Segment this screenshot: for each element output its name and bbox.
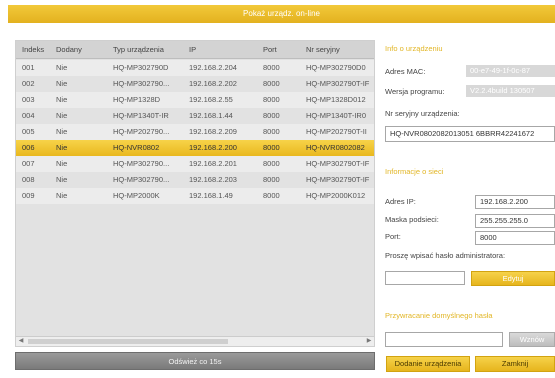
- device-table: Indeks Dodany Typ urządzenia IP Port Nr …: [15, 40, 375, 347]
- cell-added: Nie: [56, 111, 68, 120]
- dialog-title: Pokaż urządz. on-line: [8, 5, 555, 23]
- ip-field[interactable]: 192.168.2.200: [475, 195, 555, 209]
- cell-port: 8000: [263, 175, 280, 184]
- admin-password-input[interactable]: [385, 271, 465, 285]
- cell-index: 003: [22, 95, 35, 104]
- cell-ip: 192.168.2.209: [189, 127, 237, 136]
- restore-password-input[interactable]: [385, 332, 503, 347]
- column-header-added[interactable]: Dodany: [56, 41, 108, 59]
- table-row-selected[interactable]: 006 Nie HQ-NVR0802 192.168.2.200 8000 HQ…: [16, 140, 374, 156]
- cell-ip: 192.168.2.202: [189, 79, 237, 88]
- mask-label: Maska podsieci:: [385, 215, 439, 224]
- table-row[interactable]: 004 Nie HQ-MP1340T-IR 192.168.1.44 8000 …: [16, 108, 374, 124]
- cell-device-type: HQ-MP2000K: [113, 191, 160, 200]
- cell-serial: HQ-MP202790T-II: [306, 127, 367, 136]
- cell-port: 8000: [263, 111, 280, 120]
- cell-port: 8000: [263, 143, 280, 152]
- serial-label: Nr seryjny urządzenia:: [385, 109, 460, 118]
- cell-index: 004: [22, 111, 35, 120]
- port-field[interactable]: 8000: [475, 231, 555, 245]
- cell-added: Nie: [56, 175, 68, 184]
- cell-index: 002: [22, 79, 35, 88]
- column-header-serial[interactable]: Nr seryjny: [306, 41, 374, 59]
- cell-serial: HQ-MP1340T-IR0: [306, 111, 367, 120]
- scrollbar-thumb[interactable]: [28, 339, 228, 344]
- cell-port: 8000: [263, 63, 280, 72]
- ip-label: Adres IP:: [385, 197, 416, 206]
- cell-added: Nie: [56, 95, 68, 104]
- cell-device-type: HQ-MP302790...: [113, 79, 170, 88]
- cell-ip: 192.168.2.204: [189, 63, 237, 72]
- cell-device-type: HQ-MP302790...: [113, 175, 170, 184]
- version-value: V2.2.4build 130507: [466, 85, 555, 97]
- cell-serial: HQ-MP2000K012: [306, 191, 366, 200]
- admin-password-prompt: Proszę wpisać hasło administratora:: [385, 251, 506, 260]
- cell-device-type: HQ-MP1340T-IR: [113, 111, 169, 120]
- cell-ip: 192.168.1.44: [189, 111, 233, 120]
- cell-serial: HQ-MP302790T-IF: [306, 175, 370, 184]
- cell-port: 8000: [263, 127, 280, 136]
- scroll-right-icon[interactable]: ▶: [364, 337, 374, 346]
- serial-field[interactable]: HQ-NVR0802082013051 6BBRR42241672: [385, 126, 555, 142]
- cell-added: Nie: [56, 63, 68, 72]
- column-header-index[interactable]: Indeks: [22, 41, 54, 59]
- table-header: Indeks Dodany Typ urządzenia IP Port Nr …: [16, 41, 374, 59]
- cell-device-type: HQ-MP202790...: [113, 127, 170, 136]
- cell-added: Nie: [56, 191, 68, 200]
- device-info-title: Info o urządzeniu: [385, 44, 443, 53]
- table-row[interactable]: 007 Nie HQ-MP302790... 192.168.2.201 800…: [16, 156, 374, 172]
- import-button[interactable]: Wznów: [509, 332, 555, 347]
- cell-index: 008: [22, 175, 35, 184]
- refresh-button[interactable]: Odśwież co 15s: [15, 352, 375, 370]
- version-label: Wersja programu:: [385, 87, 445, 96]
- cell-added: Nie: [56, 143, 68, 152]
- cell-serial: HQ-NVR0802082: [306, 143, 365, 152]
- cell-ip: 192.168.2.55: [189, 95, 233, 104]
- cell-index: 001: [22, 63, 35, 72]
- cell-port: 8000: [263, 159, 280, 168]
- cell-serial: HQ-MP302790D0: [306, 63, 366, 72]
- scroll-left-icon[interactable]: ◀: [16, 337, 26, 346]
- port-label: Port:: [385, 232, 401, 241]
- cell-ip: 192.168.2.200: [189, 143, 237, 152]
- cell-added: Nie: [56, 127, 68, 136]
- horizontal-scrollbar[interactable]: ◀ ▶: [16, 336, 374, 346]
- table-row[interactable]: 003 Nie HQ-MP1328D 192.168.2.55 8000 HQ-…: [16, 92, 374, 108]
- close-button[interactable]: Zamknij: [475, 356, 555, 372]
- edit-button[interactable]: Edytuj: [471, 271, 555, 286]
- cell-device-type: HQ-NVR0802: [113, 143, 160, 152]
- cell-index: 006: [22, 143, 35, 152]
- cell-index: 009: [22, 191, 35, 200]
- cell-ip: 192.168.2.201: [189, 159, 237, 168]
- column-header-device-type[interactable]: Typ urządzenia: [113, 41, 187, 59]
- table-row[interactable]: 009 Nie HQ-MP2000K 192.168.1.49 8000 HQ-…: [16, 188, 374, 204]
- table-row[interactable]: 005 Nie HQ-MP202790... 192.168.2.209 800…: [16, 124, 374, 140]
- cell-added: Nie: [56, 79, 68, 88]
- mac-label: Adres MAC:: [385, 67, 426, 76]
- table-row[interactable]: 002 Nie HQ-MP302790... 192.168.2.202 800…: [16, 76, 374, 92]
- cell-serial: HQ-MP1328D012: [306, 95, 366, 104]
- cell-ip: 192.168.1.49: [189, 191, 233, 200]
- add-device-button[interactable]: Dodanie urządzenia: [386, 356, 470, 372]
- mask-field[interactable]: 255.255.255.0: [475, 214, 555, 228]
- cell-serial: HQ-MP302790T-IF: [306, 79, 370, 88]
- network-info-title: Informacje o sieci: [385, 167, 444, 176]
- cell-index: 007: [22, 159, 35, 168]
- table-row[interactable]: 008 Nie HQ-MP302790... 192.168.2.203 800…: [16, 172, 374, 188]
- cell-device-type: HQ-MP302790D: [113, 63, 169, 72]
- mac-value: 00-e7-49-1f-0c-87: [466, 65, 555, 77]
- restore-password-title: Przywracanie domyślnego hasła: [385, 311, 493, 320]
- cell-ip: 192.168.2.203: [189, 175, 237, 184]
- cell-port: 8000: [263, 191, 280, 200]
- column-header-ip[interactable]: IP: [189, 41, 259, 59]
- cell-port: 8000: [263, 79, 280, 88]
- table-row[interactable]: 001 Nie HQ-MP302790D 192.168.2.204 8000 …: [16, 60, 374, 76]
- cell-index: 005: [22, 127, 35, 136]
- cell-serial: HQ-MP302790T-IF: [306, 159, 370, 168]
- cell-added: Nie: [56, 159, 68, 168]
- cell-port: 8000: [263, 95, 280, 104]
- column-header-port[interactable]: Port: [263, 41, 303, 59]
- cell-device-type: HQ-MP1328D: [113, 95, 161, 104]
- cell-device-type: HQ-MP302790...: [113, 159, 170, 168]
